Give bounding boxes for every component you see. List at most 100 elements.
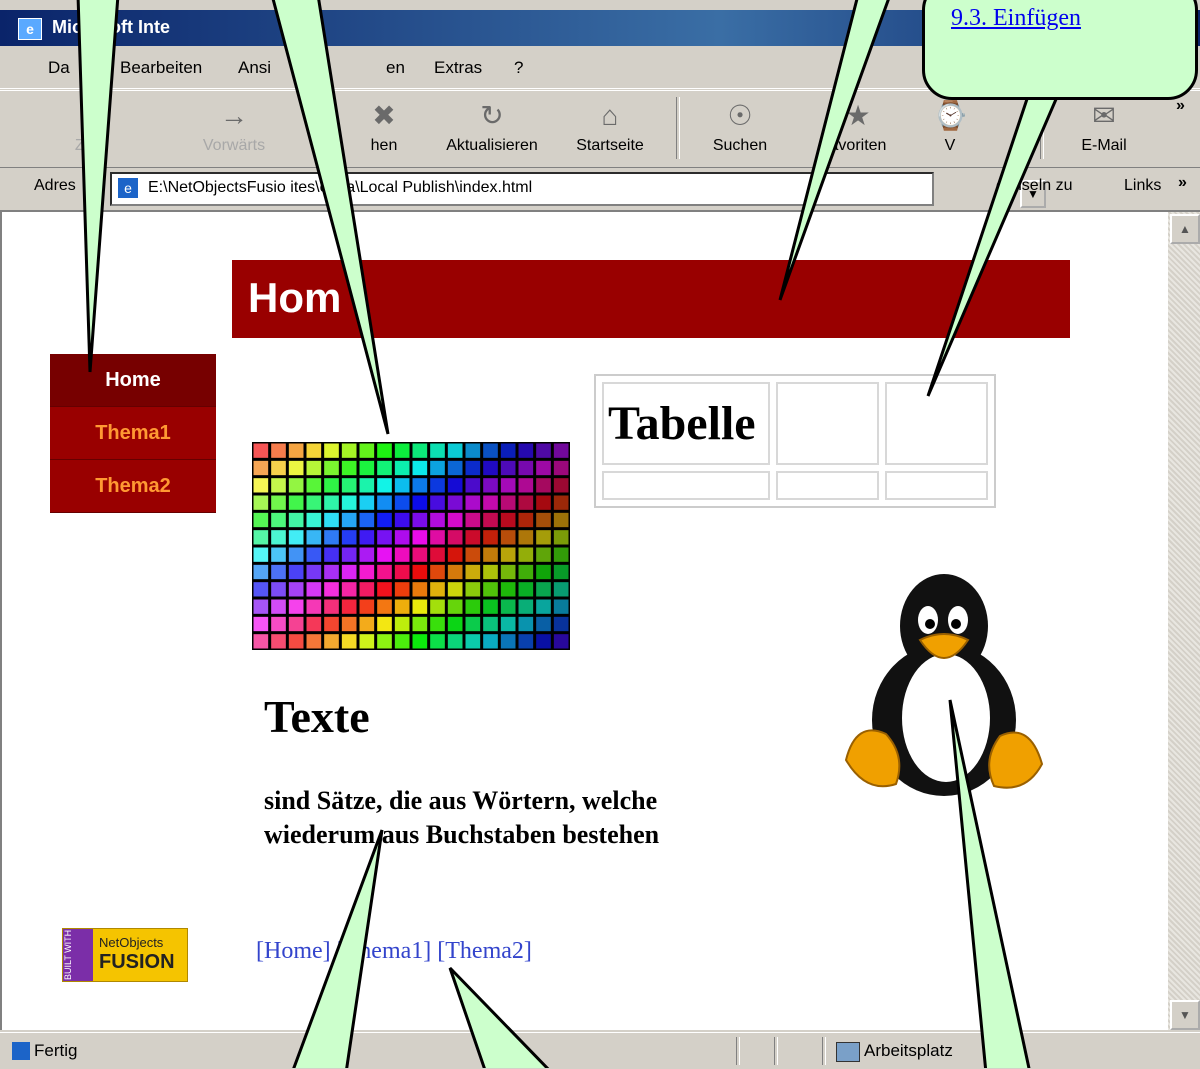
palette-swatch [465,564,481,580]
palette-swatch [412,564,428,580]
palette-swatch [447,634,463,649]
palette-swatch [394,547,410,562]
palette-swatch [341,547,357,562]
menu-bearbeiten[interactable]: Bearbeiten [120,58,202,78]
palette-swatch [359,512,375,528]
mail-label: E-Mail [1081,137,1127,154]
mail-button[interactable]: ✉ E-Mail [1054,99,1154,155]
palette-swatch [447,512,463,528]
palette-swatch [500,599,516,614]
forward-button[interactable]: → Vorwärts [184,99,284,155]
nav-item-thema2[interactable]: Thema2 [50,460,216,513]
palette-swatch [518,582,534,597]
table-cell [885,382,988,465]
refresh-label: Aktualisieren [446,137,538,154]
menu-favoriten[interactable]: en [386,58,405,78]
palette-swatch [536,530,551,545]
back-button[interactable]: ← Z ck [40,99,140,155]
palette-swatch [412,582,428,597]
palette-swatch [412,616,428,632]
palette-swatch [483,460,498,476]
paragraph-line: wiederum aus Buchstaben bestehen [264,820,660,849]
palette-swatch [412,495,428,510]
menu-ansicht[interactable]: Ansi [238,58,271,78]
palette-swatch [377,616,392,632]
scroll-down-icon[interactable]: ▼ [1170,1000,1200,1030]
palette-swatch [553,599,569,614]
palette-swatch [536,478,551,493]
palette-swatch [377,443,392,458]
footer-link-thema1[interactable]: [Thema1] [337,938,432,964]
search-button[interactable]: ☉ Suchen [690,99,790,155]
scroll-up-icon[interactable]: ▲ [1170,214,1200,244]
palette-swatch [536,547,551,562]
nav-item-home[interactable]: Home [50,354,216,407]
mail-icon: ✉ [1092,100,1116,131]
palette-swatch [341,495,357,510]
palette-swatch [394,634,410,649]
palette-swatch [306,564,322,580]
menu-datei[interactable]: Da [48,58,70,78]
palette-swatch [500,478,516,493]
links-more-chevron-icon[interactable]: » [1178,174,1187,192]
palette-swatch [394,460,410,476]
palette-swatch [500,564,516,580]
palette-swatch [430,582,445,597]
menu-help[interactable]: ? [514,58,523,78]
palette-swatch [500,547,516,562]
home-icon: ⌂ [601,100,619,131]
palette-swatch [271,512,286,528]
menu-extras[interactable]: Extras [434,58,482,78]
palette-swatch [447,495,463,510]
palette-swatch [430,460,445,476]
address-input[interactable]: e E:\NetObjectsFusio ites\extra\Local Pu… [110,172,1046,208]
palette-swatch [465,495,481,510]
palette-swatch [324,599,339,614]
palette-swatch [500,634,516,649]
nav-item-thema1[interactable]: Thema1 [50,407,216,460]
search-icon: ☉ [727,100,753,131]
palette-swatch [483,443,498,458]
palette-swatch [306,512,322,528]
netobjects-fusion-badge[interactable]: BUILT WITH NetObjects FUSION [62,928,188,982]
palette-swatch [324,478,339,493]
palette-swatch [447,547,463,562]
palette-swatch [359,495,375,510]
page-icon: e [118,178,138,198]
status-divider [822,1037,826,1065]
toolbar-more-chevron-icon[interactable]: » [1176,97,1185,115]
refresh-button[interactable]: ↻ Aktualisieren [442,99,542,155]
forward-arrow-icon: → [220,100,248,131]
palette-swatch [271,530,286,545]
table-cell: Tabelle [602,382,771,465]
palette-swatch [447,443,463,458]
paragraph-line: sind Sätze, die aus Wörtern, welche [264,786,658,815]
palette-swatch [288,547,304,562]
home-button[interactable]: ⌂ Startseite [560,99,660,155]
favorites-button[interactable]: ★ avoriten [808,99,908,155]
footer-link-thema2[interactable]: [Thema2] [437,938,532,964]
palette-swatch [553,634,569,649]
stop-button[interactable]: ✖ hen [334,99,434,155]
palette-swatch [288,634,304,649]
palette-swatch [465,443,481,458]
palette-swatch [394,478,410,493]
palette-swatch [536,582,551,597]
callout-link[interactable]: 9.3. Einfügen [951,5,1081,32]
palette-swatch [500,616,516,632]
go-button[interactable]: echseln zu [996,177,1073,195]
footer-link-home[interactable]: [Home] [256,938,331,964]
links-button[interactable]: Links [1124,177,1161,195]
search-label: Suchen [712,137,768,154]
palette-swatch [253,512,269,528]
palette-swatch [288,512,304,528]
palette-swatch [430,599,445,614]
palette-swatch [394,564,410,580]
palette-swatch [553,547,569,562]
history-button[interactable]: ⌚ V [900,99,1000,155]
palette-swatch [518,512,534,528]
palette-swatch [553,616,569,632]
vertical-scrollbar[interactable]: ▲ ▼ [1168,212,1200,1030]
page-heading: Texte [264,691,370,742]
palette-swatch [483,495,498,510]
